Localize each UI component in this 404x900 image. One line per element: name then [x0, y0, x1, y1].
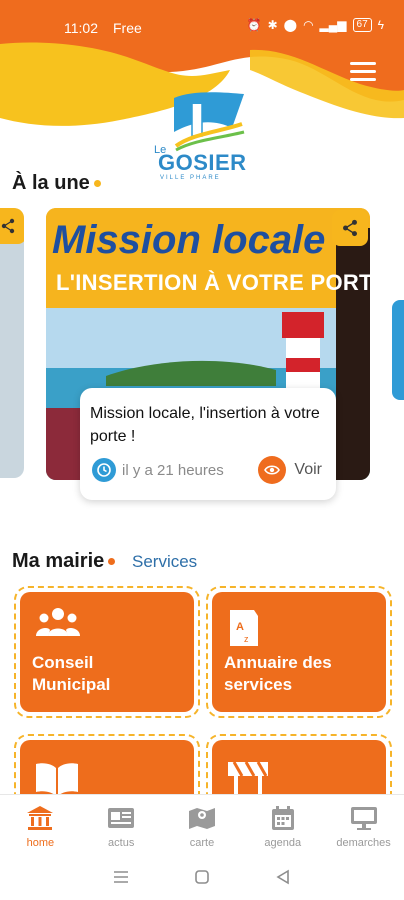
calendar-icon: [271, 806, 294, 830]
see-button[interactable]: Voir: [258, 456, 322, 484]
book-icon: [36, 763, 78, 796]
tile-label: Annuaire des services: [224, 653, 332, 694]
nav-home-label: home: [26, 837, 55, 849]
banner-title: Mission locale: [52, 218, 326, 262]
tile-conseil-municipal[interactable]: Conseil Municipal: [20, 592, 194, 712]
status-icons: ⏰ ✱ ⬤ ◠ ▂▄▆ 67 ϟ: [247, 18, 384, 32]
newspaper-icon: [108, 808, 135, 828]
clock-icon: [92, 458, 116, 482]
nav-actus-label: actus: [108, 837, 135, 849]
back-icon[interactable]: [275, 869, 291, 890]
nav-home[interactable]: home: [0, 795, 81, 858]
nav-carte-label: carte: [189, 837, 215, 849]
logo-text: GOSIER: [158, 150, 247, 175]
see-label: Voir: [294, 461, 322, 478]
ma-mairie-heading: Ma mairie: [12, 550, 116, 573]
home-button-icon[interactable]: [194, 869, 210, 890]
banner-subtitle: L'INSERTION À VOTRE PORTE <: [56, 270, 370, 295]
people-icon: [36, 608, 80, 636]
nav-agenda-label: agenda: [264, 837, 302, 849]
news-title: Mission locale, l'insertion à votre port…: [90, 405, 320, 445]
status-time: 11:02: [64, 20, 98, 36]
ma-mairie-title: Ma mairie: [12, 550, 105, 572]
news-time: il y a 21 heures: [92, 458, 224, 482]
battery-icon: 67: [352, 18, 372, 32]
share-icon[interactable]: [332, 210, 368, 246]
nav-actus[interactable]: actus: [81, 795, 162, 858]
hamburger-menu-button[interactable]: [350, 62, 376, 84]
alarm-icon: ⏰: [246, 18, 262, 32]
system-navigation-bar: [0, 858, 404, 900]
news-info-card[interactable]: Mission locale, l'insertion à votre port…: [80, 388, 336, 500]
bottom-navigation: home actus carte agenda demarches: [0, 794, 404, 858]
status-carrier: Free: [113, 20, 142, 36]
wifi-icon: ◠: [303, 18, 314, 32]
heading-dot: [93, 180, 101, 188]
map-icon: [188, 808, 215, 829]
eye-icon: [258, 456, 287, 484]
bank-icon: [27, 806, 54, 830]
news-time-label: il y a 21 heures: [122, 461, 224, 479]
signal-icon: ▂▄▆: [319, 18, 347, 32]
tile-annuaire-wrapper: A z Annuaire des services: [206, 586, 392, 718]
svg-text:z: z: [244, 634, 249, 644]
status-bar: 11:02 Free ⏰ ✱ ⬤ ◠ ▂▄▆ 67 ϟ: [0, 0, 404, 46]
carousel-card-previous[interactable]: [0, 208, 24, 478]
share-icon[interactable]: [0, 208, 24, 244]
nav-demarches[interactable]: demarches: [323, 795, 404, 858]
directory-icon: A z: [230, 610, 258, 646]
services-link[interactable]: Services: [132, 552, 197, 572]
svg-text:A: A: [236, 621, 244, 633]
monitor-icon: [350, 807, 377, 830]
logo-subtitle: VILLE PHARE: [160, 175, 221, 181]
header: 11:02 Free ⏰ ✱ ⬤ ◠ ▂▄▆ 67 ϟ Le GOSIER VI…: [0, 0, 404, 200]
a-la-une-heading: À la une: [12, 172, 101, 195]
bluetooth-icon: ✱: [267, 18, 278, 32]
barrier-icon: [228, 761, 268, 794]
tile-conseil-municipal-wrapper: Conseil Municipal: [14, 586, 200, 718]
nav-agenda[interactable]: agenda: [242, 795, 323, 858]
charging-icon: ϟ: [377, 18, 384, 32]
a-la-une-title: À la une: [12, 172, 90, 194]
tile-label: Conseil Municipal: [32, 653, 111, 694]
heading-dot: [108, 558, 116, 566]
nav-carte[interactable]: carte: [162, 795, 243, 858]
nav-demarches-label: demarches: [336, 837, 391, 849]
recent-apps-icon[interactable]: [113, 870, 129, 889]
location-icon: ⬤: [283, 18, 298, 32]
carousel-card-next[interactable]: [392, 300, 404, 400]
tile-annuaire-des-services[interactable]: A z Annuaire des services: [212, 592, 386, 712]
